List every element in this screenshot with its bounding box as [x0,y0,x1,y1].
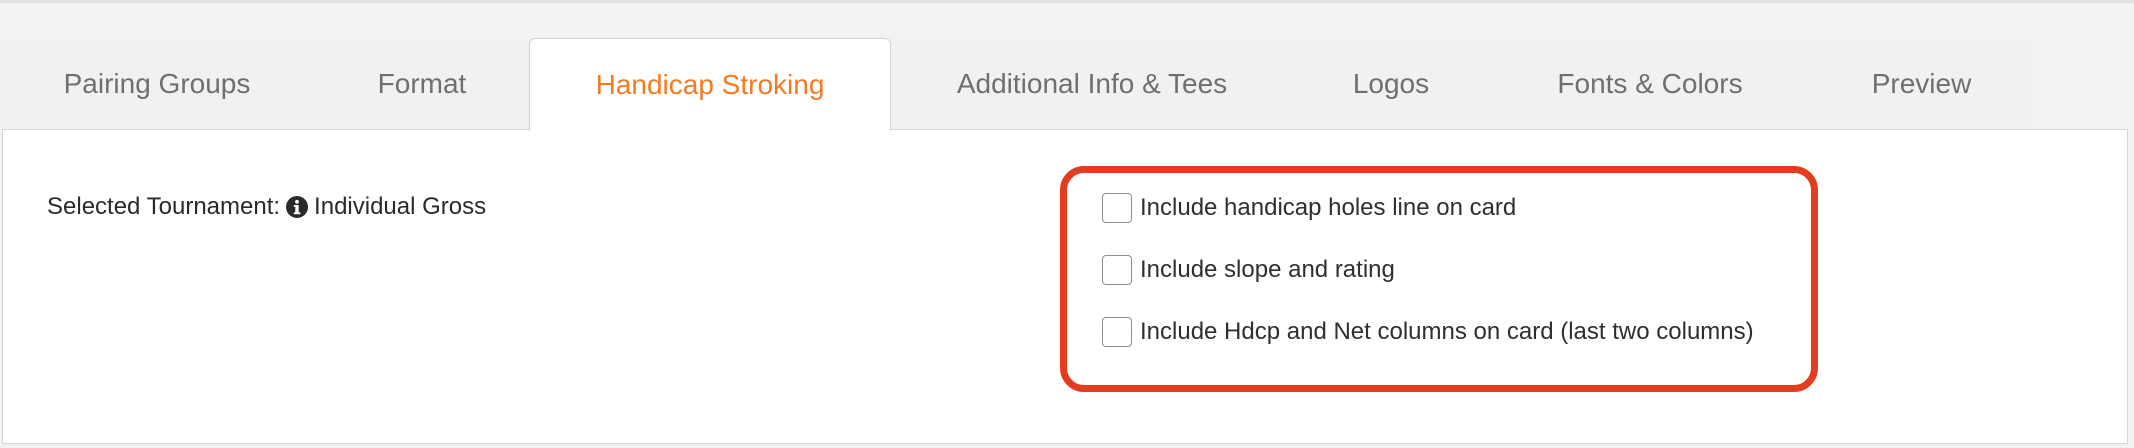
tab-pairing-groups[interactable]: Pairing Groups [2,38,312,130]
option-slope-rating[interactable]: Include slope and rating [1102,255,1395,285]
tab-format[interactable]: Format [312,38,532,130]
selected-tournament-value: Individual Gross [314,193,487,220]
option-label: Include Hdcp and Net columns on card (la… [1140,318,1754,345]
option-handicap-holes-line[interactable]: Include handicap holes line on card [1102,193,1516,223]
tab-handicap-stroking[interactable]: Handicap Stroking [529,38,891,131]
tab-fonts-colors[interactable]: Fonts & Colors [1489,38,1811,130]
option-label: Include slope and rating [1140,256,1395,283]
handicap-holes-line-checkbox[interactable] [1102,193,1132,223]
selected-tournament: Selected Tournament: Individual Gross [47,193,486,221]
tab-preview[interactable]: Preview [1811,38,2032,130]
slope-rating-checkbox[interactable] [1102,255,1132,285]
tab-bar: Pairing Groups Format Handicap Stroking … [2,38,2032,131]
selected-tournament-label: Selected Tournament: [47,193,281,220]
option-hdcp-net-columns[interactable]: Include Hdcp and Net columns on card (la… [1102,317,1754,347]
option-label: Include handicap holes line on card [1140,194,1517,221]
hdcp-net-columns-checkbox[interactable] [1102,317,1132,347]
info-circle-icon [286,196,309,218]
top-border [0,0,2134,3]
tab-additional-info-tees[interactable]: Additional Info & Tees [891,38,1293,130]
tab-logos[interactable]: Logos [1293,38,1489,130]
